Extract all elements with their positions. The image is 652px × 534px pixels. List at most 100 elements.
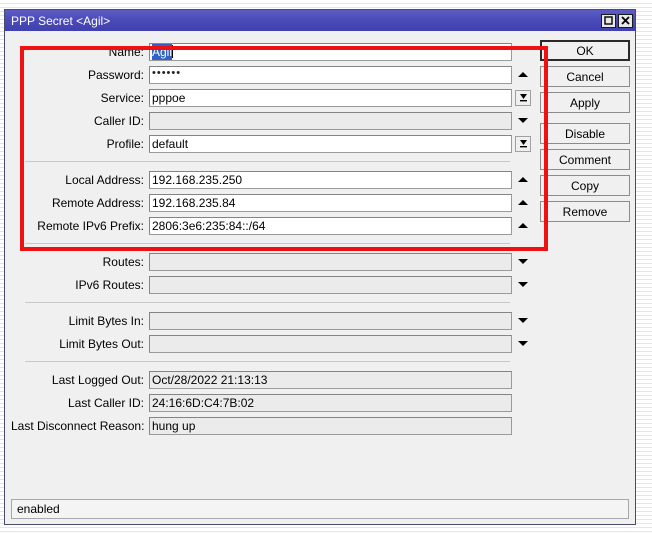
widget-last-caller-id [512, 394, 534, 412]
field-row-profile: Profile: default [11, 132, 534, 155]
limit-bytes-in-input[interactable] [149, 311, 512, 330]
ppp-secret-dialog: PPP Secret <Agil> Name: Agil Password: •… [4, 9, 636, 525]
last-disconnect-reason-value: hung up [149, 416, 512, 435]
ok-button[interactable]: OK [540, 40, 630, 61]
field-row-limit-bytes-in: Limit Bytes In: [11, 309, 534, 332]
name-value: Agil [152, 43, 173, 60]
field-group-last-session: Last Logged Out: Oct/28/2022 21:13:13 La… [11, 368, 534, 437]
caller-id-input[interactable] [149, 111, 512, 130]
title-bar[interactable]: PPP Secret <Agil> [5, 10, 635, 31]
triangle-down-icon[interactable] [518, 318, 528, 323]
label-remote-address: Remote Address: [51, 195, 144, 210]
widget-last-logged-out [512, 371, 534, 389]
label-limit-bytes-out: Limit Bytes Out: [59, 336, 144, 351]
maximize-icon[interactable] [601, 13, 616, 28]
window-title: PPP Secret <Agil> [11, 13, 111, 28]
field-row-caller-id: Caller ID: [11, 109, 534, 132]
triangle-up-icon[interactable] [518, 177, 528, 182]
widget-limit-bytes-in [512, 312, 534, 330]
dialog-client-area: Name: Agil Password: •••••• Service: ppp… [5, 31, 635, 524]
label-last-disconnect-reason: Last Disconnect Reason: [11, 418, 145, 433]
field-row-limit-bytes-out: Limit Bytes Out: [11, 332, 534, 355]
divider [25, 243, 510, 244]
label-last-caller-id: Last Caller ID: [67, 395, 144, 410]
label-last-logged-out: Last Logged Out: [51, 372, 144, 387]
service-input[interactable]: pppoe [149, 88, 512, 107]
dialog-body: Name: Agil Password: •••••• Service: ppp… [5, 31, 635, 499]
label-limit-bytes-in: Limit Bytes In: [68, 313, 144, 328]
remote-ipv6-prefix-input[interactable]: 2806:3e6:235:84::/64 [149, 216, 512, 235]
remote-address-input[interactable]: 192.168.235.84 [149, 193, 512, 212]
password-value: •••••• [152, 66, 182, 79]
field-row-service: Service: pppoe [11, 86, 534, 109]
triangle-up-icon[interactable] [518, 223, 528, 228]
remove-button[interactable]: Remove [540, 201, 630, 222]
widget-service [512, 89, 534, 107]
text-caret [172, 45, 174, 58]
field-row-name: Name: Agil [11, 40, 534, 63]
divider [25, 302, 510, 303]
close-icon[interactable] [618, 13, 633, 28]
widget-password [512, 66, 534, 84]
widget-limit-bytes-out [512, 335, 534, 353]
copy-button[interactable]: Copy [540, 175, 630, 196]
label-caller-id: Caller ID: [93, 113, 144, 128]
triangle-up-icon[interactable] [518, 200, 528, 205]
profile-input[interactable]: default [149, 134, 512, 153]
label-profile: Profile: [106, 136, 144, 151]
routes-input[interactable] [149, 252, 512, 271]
field-row-routes: Routes: [11, 250, 534, 273]
ipv6-routes-input[interactable] [149, 275, 512, 294]
label-name: Name: [108, 44, 144, 59]
triangle-down-icon[interactable] [518, 282, 528, 287]
field-row-remote-ipv6-prefix: Remote IPv6 Prefix: 2806:3e6:235:84::/64 [11, 214, 534, 237]
widget-remote-address [512, 194, 534, 212]
widget-profile [512, 135, 534, 153]
widget-routes [512, 253, 534, 271]
field-row-ipv6-routes: IPv6 Routes: [11, 273, 534, 296]
widget-remote-ipv6-prefix [512, 217, 534, 235]
chevron-down-icon[interactable] [515, 135, 531, 152]
local-address-input[interactable]: 192.168.235.250 [149, 170, 512, 189]
divider [25, 361, 510, 362]
widget-last-disconnect-reason [512, 417, 534, 435]
field-row-password: Password: •••••• [11, 63, 534, 86]
button-column: OK Cancel Apply Disable Comment Copy Rem… [534, 37, 630, 499]
disable-button[interactable]: Disable [540, 123, 630, 144]
field-row-last-caller-id: Last Caller ID: 24:16:6D:C4:7B:02 [11, 391, 534, 414]
name-input[interactable]: Agil [149, 42, 512, 61]
field-group-limits: Limit Bytes In: Limit Bytes Out: [11, 309, 534, 355]
field-row-last-disconnect-reason: Last Disconnect Reason: hung up [11, 414, 534, 437]
password-input[interactable]: •••••• [149, 65, 512, 84]
widget-local-address [512, 171, 534, 189]
widget-caller-id [512, 112, 534, 130]
field-group-routes: Routes: IPv6 Routes: [11, 250, 534, 296]
field-row-local-address: Local Address: 192.168.235.250 [11, 168, 534, 191]
comment-button[interactable]: Comment [540, 149, 630, 170]
last-logged-out-value: Oct/28/2022 21:13:13 [149, 370, 512, 389]
triangle-down-icon[interactable] [518, 259, 528, 264]
triangle-down-icon[interactable] [518, 341, 528, 346]
field-row-remote-address: Remote Address: 192.168.235.84 [11, 191, 534, 214]
label-local-address: Local Address: [65, 172, 144, 187]
field-row-last-logged-out: Last Logged Out: Oct/28/2022 21:13:13 [11, 368, 534, 391]
chevron-down-icon[interactable] [515, 89, 531, 106]
triangle-up-icon[interactable] [518, 72, 528, 77]
label-ipv6-routes: IPv6 Routes: [75, 277, 144, 292]
field-group-credentials: Name: Agil Password: •••••• Service: ppp… [11, 40, 534, 155]
cancel-button[interactable]: Cancel [540, 66, 630, 87]
last-caller-id-value: 24:16:6D:C4:7B:02 [149, 393, 512, 412]
limit-bytes-out-input[interactable] [149, 334, 512, 353]
field-group-addresses: Local Address: 192.168.235.250 Remote Ad… [11, 168, 534, 237]
label-service: Service: [100, 90, 144, 105]
label-password: Password: [87, 67, 144, 82]
form-panel: Name: Agil Password: •••••• Service: ppp… [11, 37, 534, 499]
triangle-down-icon[interactable] [518, 118, 528, 123]
divider [25, 161, 510, 162]
label-remote-ipv6-prefix: Remote IPv6 Prefix: [37, 218, 144, 233]
apply-button[interactable]: Apply [540, 92, 630, 113]
widget-name [512, 43, 534, 61]
label-routes: Routes: [102, 254, 144, 269]
status-bar: enabled [11, 499, 629, 519]
widget-ipv6-routes [512, 276, 534, 294]
